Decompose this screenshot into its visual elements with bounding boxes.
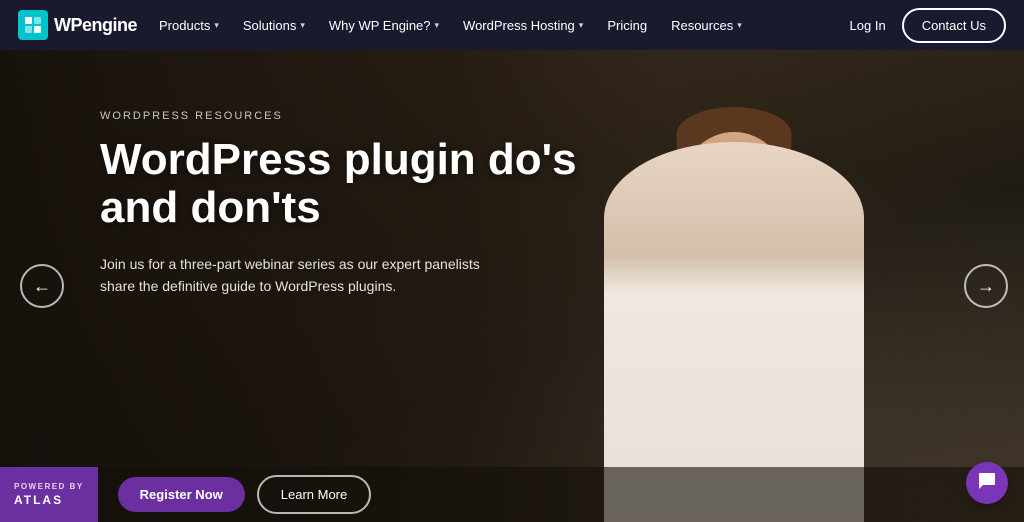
hero-title: WordPress plugin do's and don'ts (100, 136, 620, 233)
why-chevron-icon: ▾ (435, 20, 440, 31)
nav-item-pricing[interactable]: Pricing (595, 0, 659, 50)
products-chevron-icon: ▾ (214, 20, 219, 31)
nav-item-products[interactable]: Products ▾ (147, 0, 231, 50)
hosting-chevron-icon: ▾ (579, 20, 584, 31)
chat-icon (977, 471, 997, 496)
nav-item-why[interactable]: Why WP Engine? ▾ (317, 0, 451, 50)
logo[interactable]: WPengine (18, 10, 137, 40)
hero-subtitle: Join us for a three-part webinar series … (100, 253, 500, 298)
hero-eyebrow: WORDPRESS RESOURCES (100, 110, 620, 122)
powered-by-label: POWERED BY (14, 482, 84, 491)
bottom-cta-area: Register Now Learn More (98, 467, 1024, 522)
nav-item-solutions[interactable]: Solutions ▾ (231, 0, 317, 50)
logo-icon (18, 10, 48, 40)
person-body (604, 142, 864, 522)
register-button[interactable]: Register Now (118, 477, 245, 512)
hero-content: WORDPRESS RESOURCES WordPress plugin do'… (100, 110, 620, 298)
chat-button[interactable] (966, 462, 1008, 504)
solutions-chevron-icon: ▾ (300, 20, 305, 31)
bottom-bar: POWERED BY ATLAS Register Now Learn More (0, 467, 1024, 522)
nav-links: Products ▾ Solutions ▾ Why WP Engine? ▾ … (147, 0, 838, 50)
next-slide-button[interactable]: → (964, 264, 1008, 308)
atlas-label: ATLAS (14, 493, 84, 507)
logo-text: WPengine (54, 15, 137, 36)
hero-section: WORDPRESS RESOURCES WordPress plugin do'… (0, 50, 1024, 522)
learn-more-button[interactable]: Learn More (257, 475, 371, 514)
nav-right: Log In Contact Us (838, 8, 1006, 43)
navbar: WPengine Products ▾ Solutions ▾ Why WP E… (0, 0, 1024, 50)
nav-item-resources[interactable]: Resources ▾ (659, 0, 754, 50)
prev-slide-button[interactable]: ← (20, 264, 64, 308)
login-link[interactable]: Log In (838, 18, 898, 33)
resources-chevron-icon: ▾ (737, 20, 742, 31)
contact-button[interactable]: Contact Us (902, 8, 1006, 43)
nav-item-hosting[interactable]: WordPress Hosting ▾ (451, 0, 595, 50)
atlas-badge: POWERED BY ATLAS (0, 467, 98, 522)
